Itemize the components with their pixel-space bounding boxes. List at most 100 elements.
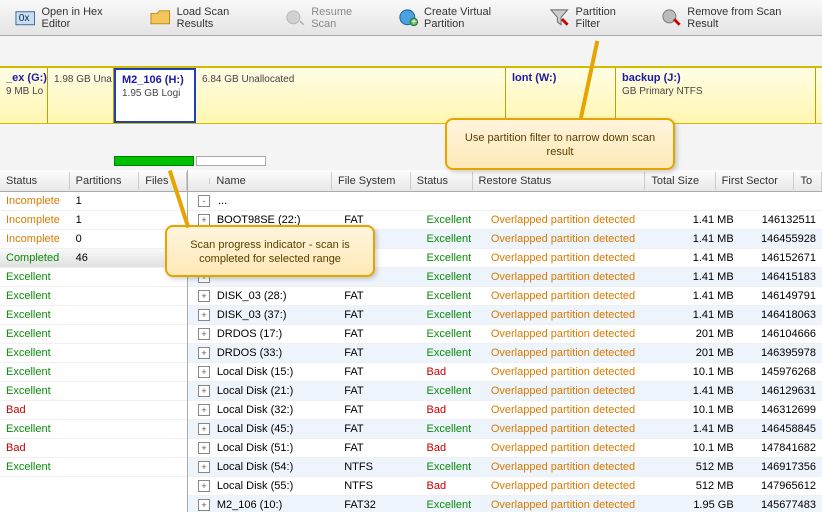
fs-cell: FAT (338, 345, 420, 361)
column-header[interactable]: Partitions (70, 172, 140, 190)
size-cell: 10.1 MB (666, 402, 739, 418)
status-cell: Excellent (421, 421, 485, 437)
status-row[interactable]: Excellent (0, 382, 187, 401)
status-row[interactable]: Excellent (0, 458, 187, 477)
status-row[interactable]: Excellent (0, 287, 187, 306)
fs-cell: NTFS (338, 459, 420, 475)
status-cell: Bad (421, 364, 485, 380)
column-header[interactable]: Restore Status (473, 172, 646, 190)
expand-icon[interactable]: + (198, 385, 210, 397)
status-row[interactable]: Bad (0, 439, 187, 458)
status-row[interactable]: Excellent (0, 268, 187, 287)
status-row[interactable]: Excellent (0, 363, 187, 382)
expand-icon[interactable]: + (198, 309, 210, 321)
column-header[interactable]: First Sector (716, 172, 795, 190)
expand-icon[interactable]: + (198, 328, 210, 340)
sector-cell: 147965612 (740, 478, 822, 494)
remove-result-button[interactable]: Remove from Scan Result (650, 1, 818, 35)
partition-bar: _ex (G:)9 MB Lo1.98 GB UnaM2_106 (H:)1.9… (0, 66, 822, 124)
partition-cell[interactable]: 6.84 GB Unallocated (196, 68, 506, 123)
partition-row[interactable]: +DRDOS (33:)FATExcellentOverlapped parti… (188, 344, 822, 363)
status-cell: Bad (421, 478, 485, 494)
partition-row[interactable]: +M2_106 (10:)FAT32ExcellentOverlapped pa… (188, 496, 822, 512)
status-row[interactable]: Incomplete1 (0, 211, 187, 230)
partition-row[interactable]: +Local Disk (32:)FATBadOverlapped partit… (188, 401, 822, 420)
sector-cell: 146415183 (740, 269, 822, 285)
tree-parent-row[interactable]: - ... (188, 192, 822, 211)
column-header[interactable]: Files (139, 172, 187, 190)
status-row[interactable]: Excellent (0, 344, 187, 363)
expand-icon[interactable]: + (198, 442, 210, 454)
tree-dots: ... (212, 193, 233, 209)
expand-icon[interactable]: + (198, 480, 210, 492)
partition-sub: 1.95 GB Logi (122, 88, 188, 99)
status-cell: Excellent (421, 269, 485, 285)
partition-row[interactable]: +DISK_03 (37:)FATExcellentOverlapped par… (188, 306, 822, 325)
expand-icon[interactable]: + (198, 347, 210, 359)
column-header[interactable]: Name (210, 172, 332, 190)
status-cell: Excellent (0, 345, 70, 361)
expand-icon[interactable]: + (198, 366, 210, 378)
expand-icon[interactable]: + (198, 404, 210, 416)
partition-cell[interactable]: _ex (G:)9 MB Lo (0, 68, 48, 123)
partition-row[interactable]: +Local Disk (55:)NTFSBadOverlapped parti… (188, 477, 822, 496)
column-header[interactable] (188, 178, 210, 184)
status-row[interactable]: Excellent (0, 306, 187, 325)
partition-row[interactable]: +DISK_03 (28:)FATExcellentOverlapped par… (188, 287, 822, 306)
expand-icon[interactable]: + (198, 461, 210, 473)
status-cell: Excellent (0, 459, 70, 475)
restore-cell: Overlapped partition detected (485, 326, 667, 342)
status-cell: Excellent (421, 250, 485, 266)
partition-row[interactable]: +Local Disk (15:)FATBadOverlapped partit… (188, 363, 822, 382)
partition-row[interactable]: +Local Disk (54:)NTFSExcellentOverlapped… (188, 458, 822, 477)
partition-cell[interactable]: lont (W:) (506, 68, 616, 123)
status-row[interactable]: Excellent (0, 420, 187, 439)
expand-icon[interactable]: + (198, 423, 210, 435)
name-cell: Local Disk (21:) (211, 383, 338, 399)
create-virtual-label: Create Virtual Partition (424, 6, 527, 30)
column-header[interactable]: Status (411, 172, 473, 190)
partition-row[interactable]: +Local Disk (51:)FATBadOverlapped partit… (188, 439, 822, 458)
status-cell: Excellent (0, 383, 70, 399)
sector-cell: 146129631 (740, 383, 822, 399)
expand-icon[interactable]: + (198, 290, 210, 302)
status-cell: Excellent (421, 345, 485, 361)
partitions-cell (70, 465, 140, 469)
status-cell: Incomplete (0, 193, 70, 209)
partition-cell[interactable]: M2_106 (H:)1.95 GB Logi (114, 68, 196, 123)
status-row[interactable]: Incomplete0 (0, 230, 187, 249)
restore-cell: Overlapped partition detected (485, 288, 667, 304)
status-row[interactable]: Completed460 (0, 249, 187, 268)
open-hex-button[interactable]: 0x Open in Hex Editor (4, 1, 139, 35)
size-cell: 1.95 GB (666, 497, 739, 512)
partition-cell[interactable]: backup (J:)GB Primary NTFS (616, 68, 816, 123)
column-header[interactable]: Status (0, 172, 70, 190)
left-panel: StatusPartitionsFiles Incomplete1Incompl… (0, 170, 188, 512)
partition-filter-button[interactable]: Partition Filter (538, 1, 650, 35)
partition-row[interactable]: +Local Disk (21:)FATExcellentOverlapped … (188, 382, 822, 401)
sector-cell: 146149791 (740, 288, 822, 304)
status-cell: Excellent (421, 212, 485, 228)
partition-cell[interactable]: 1.98 GB Una (48, 68, 114, 123)
partitions-cell (70, 446, 140, 450)
name-cell: DRDOS (33:) (211, 345, 338, 361)
expand-icon[interactable]: + (198, 499, 210, 511)
collapse-icon[interactable]: - (198, 195, 210, 207)
restore-cell: Overlapped partition detected (485, 459, 667, 475)
partition-row[interactable]: +Local Disk (45:)FATExcellentOverlapped … (188, 420, 822, 439)
column-header[interactable]: To (794, 172, 822, 190)
column-header[interactable]: Total Size (645, 172, 715, 190)
svg-text:0x: 0x (19, 13, 30, 24)
column-header[interactable]: File System (332, 172, 411, 190)
load-scan-button[interactable]: Load Scan Results (139, 1, 274, 35)
size-cell: 201 MB (666, 345, 739, 361)
create-virtual-button[interactable]: + Create Virtual Partition (387, 1, 539, 35)
partition-row[interactable]: +DRDOS (17:)FATExcellentOverlapped parti… (188, 325, 822, 344)
status-cell: Excellent (421, 307, 485, 323)
sector-cell: 146152671 (740, 250, 822, 266)
status-row[interactable]: Incomplete1 (0, 192, 187, 211)
resume-scan-button[interactable]: Resume Scan (274, 1, 387, 35)
status-row[interactable]: Bad (0, 401, 187, 420)
status-cell: Excellent (0, 307, 70, 323)
status-row[interactable]: Excellent (0, 325, 187, 344)
